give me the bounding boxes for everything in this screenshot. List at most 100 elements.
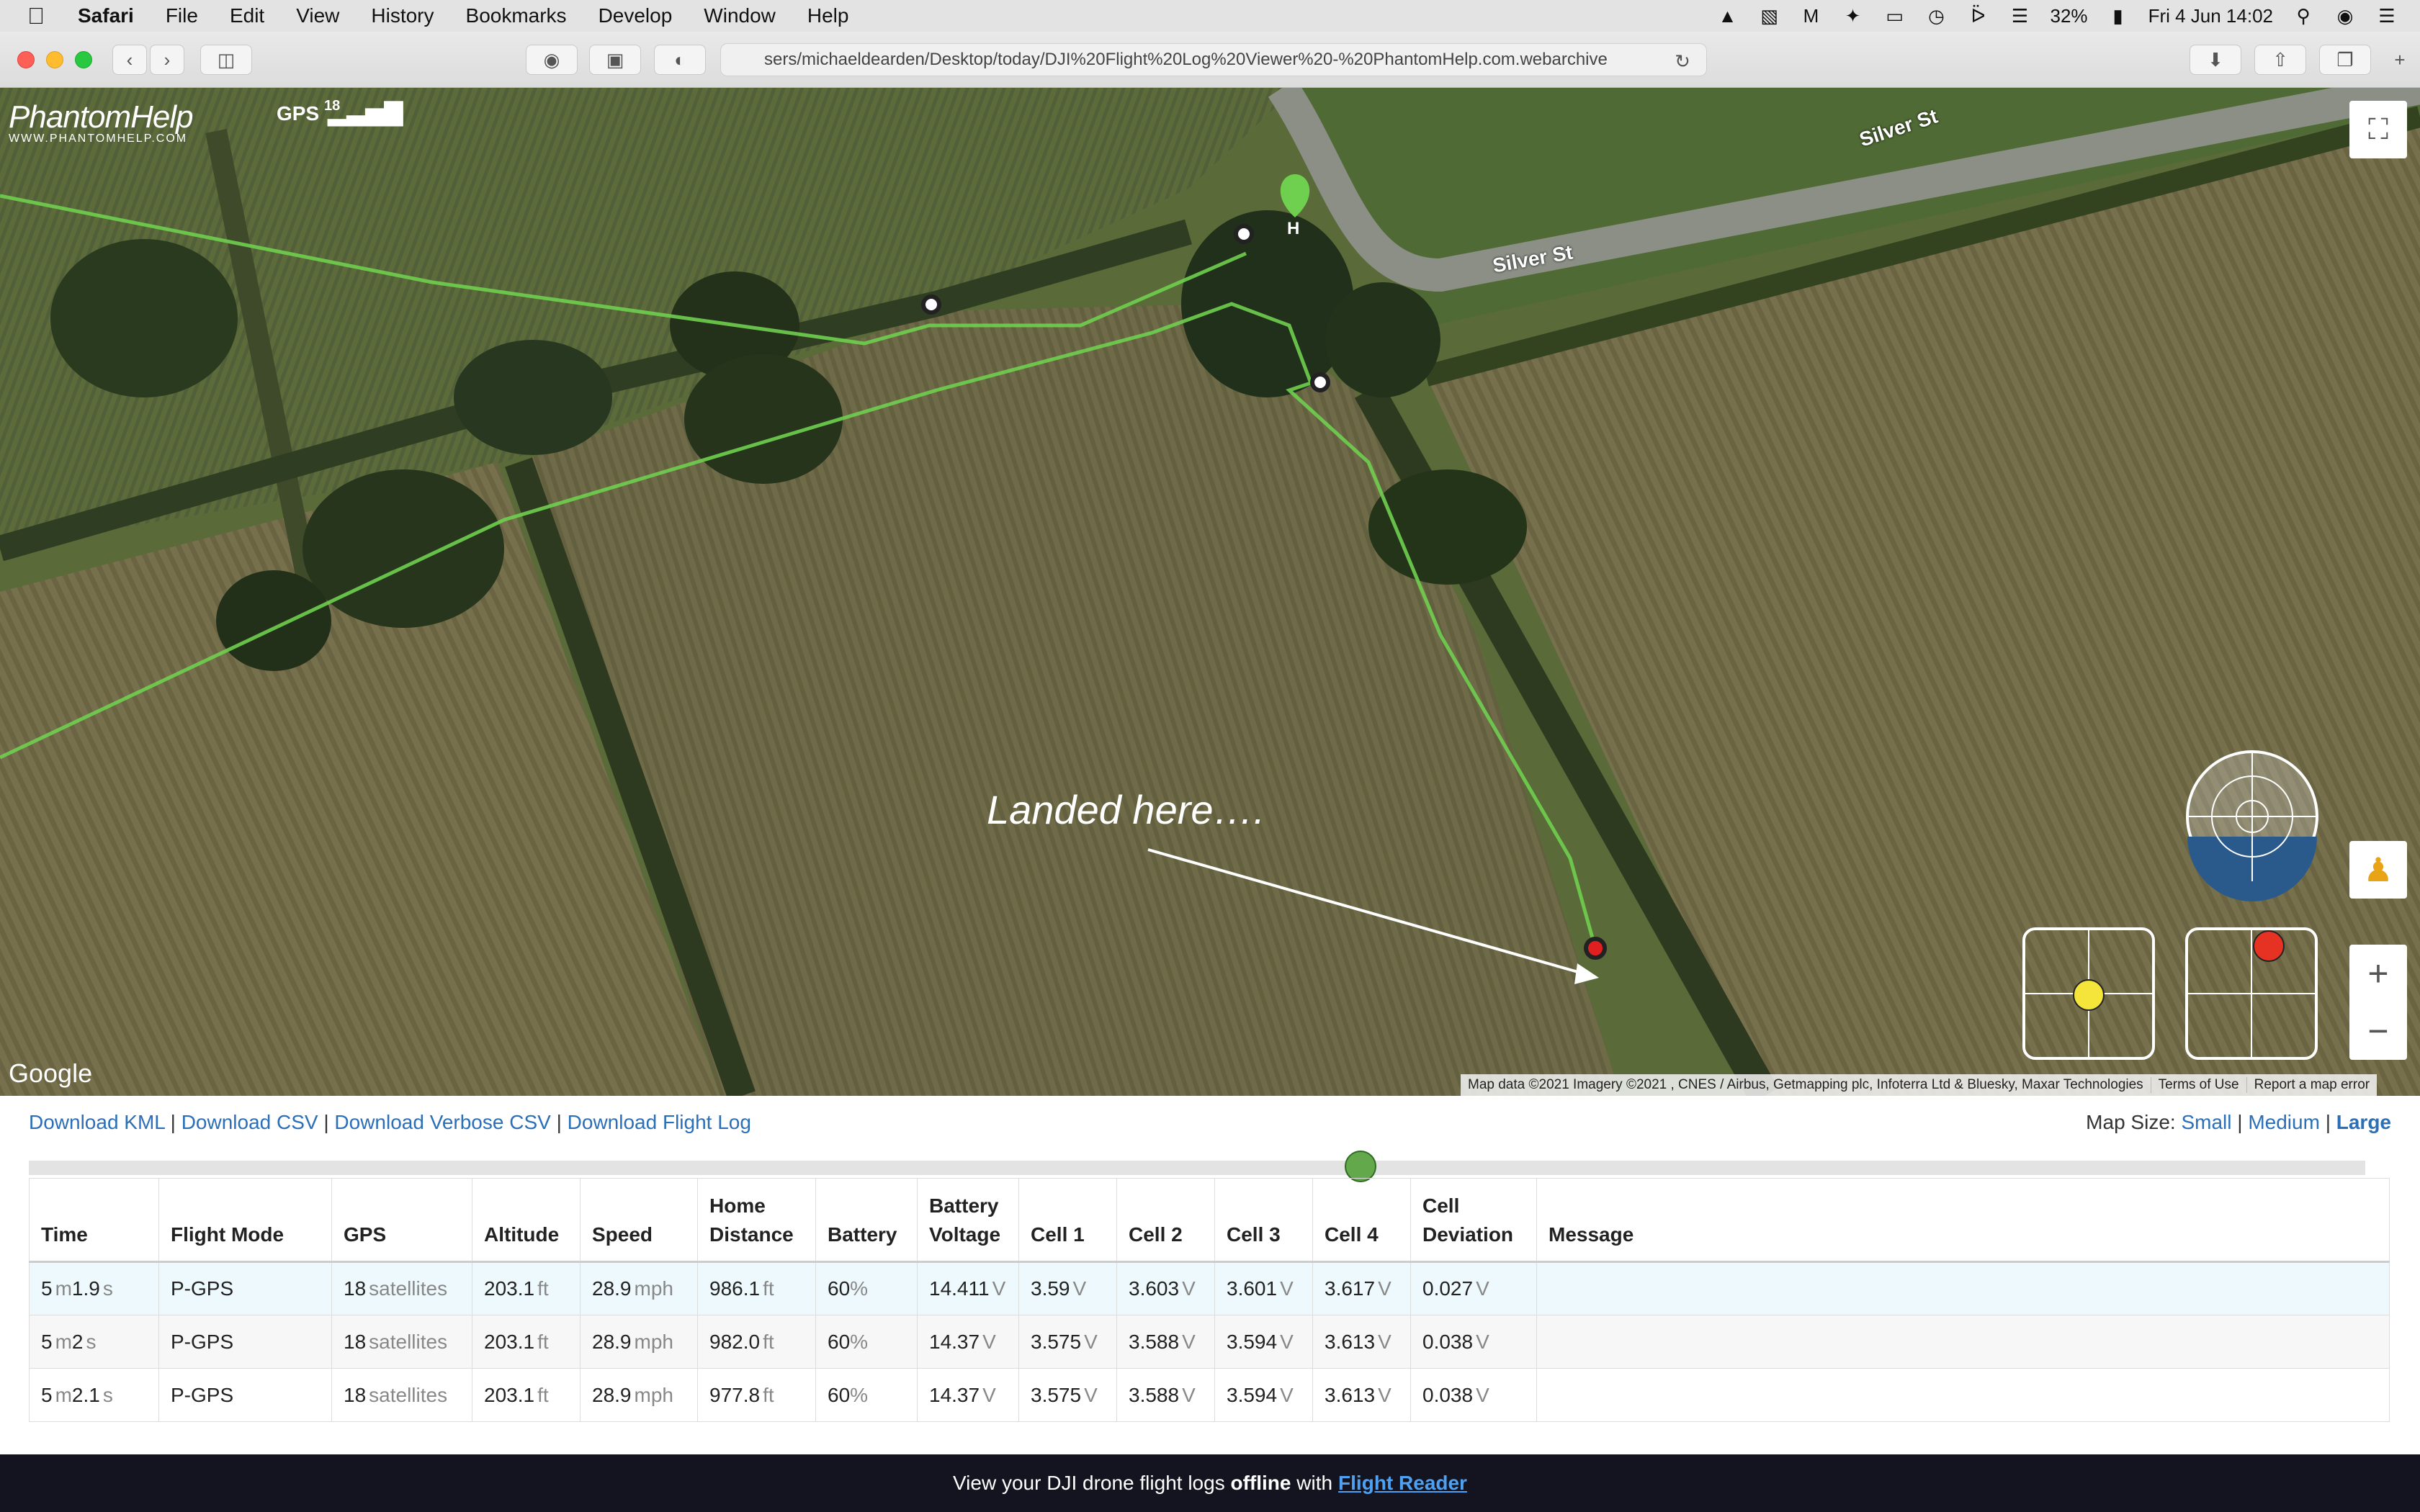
close-window-button[interactable] xyxy=(17,51,35,68)
cell-value: 3.594 xyxy=(1227,1330,1278,1353)
unit-label: ft xyxy=(537,1277,549,1300)
cell-value: 3.601 xyxy=(1227,1277,1278,1300)
download-verbose-csv-link[interactable]: Download Verbose CSV xyxy=(334,1111,550,1133)
cell-value: P-GPS xyxy=(171,1277,234,1300)
table-cell: 3.588 V xyxy=(1116,1315,1215,1369)
cell-value: 3.594 xyxy=(1227,1383,1278,1406)
table-row[interactable]: 5 m1.9 s P-GPS 18 satellites 203.1 ft 28.9 mph 986… xyxy=(29,1261,2390,1315)
cell-value: 3.59 xyxy=(1031,1277,1070,1300)
zoom-control: + − xyxy=(2349,945,2407,1060)
menu-bookmarks[interactable]: Bookmarks xyxy=(466,4,567,27)
street-view-pegman[interactable]: ♟ xyxy=(2349,841,2407,899)
map-size-small[interactable]: Small xyxy=(2181,1111,2231,1133)
sidebar-button[interactable]: ◫ xyxy=(200,45,252,75)
table-cell: 3.594 V xyxy=(1214,1368,1313,1422)
menu-help[interactable]: Help xyxy=(807,4,849,27)
terms-link[interactable]: Terms of Use xyxy=(2150,1077,2246,1093)
address-bar[interactable]: sers/michaeldearden/Desktop/today/DJI%20… xyxy=(720,43,1707,76)
report-error-link[interactable]: Report a map error xyxy=(2246,1077,2378,1093)
table-row[interactable]: 5 m2 s P-GPS 18 satellites 203.1 ft 28.9 mph 982.0… xyxy=(29,1315,2390,1369)
minimize-window-button[interactable] xyxy=(46,51,63,68)
table-cell: 203.1 ft xyxy=(472,1261,581,1315)
fullscreen-button[interactable]: ⛶ xyxy=(2349,101,2407,158)
unit-label: V xyxy=(1182,1277,1196,1300)
zoom-window-button[interactable] xyxy=(75,51,92,68)
unit-label: V xyxy=(982,1330,996,1353)
table-row[interactable]: 5 m2.1 s P-GPS 18 satellites 203.1 ft 28.9 mph 977… xyxy=(29,1368,2390,1422)
new-tab-button[interactable]: + xyxy=(2385,45,2414,75)
table-cell xyxy=(1536,1261,2390,1315)
notification-center-icon[interactable]: ☰ xyxy=(2375,6,2398,26)
zoom-in-button[interactable]: + xyxy=(2349,945,2407,1002)
col-message: Message xyxy=(1536,1178,2390,1263)
table-header-row: Time Flight Mode GPS Altitude Speed Home… xyxy=(29,1178,2390,1263)
malwarebytes-icon[interactable]: M xyxy=(1800,6,1823,26)
unit-label: V xyxy=(1378,1330,1392,1353)
map-data-text: Map data ©2021 Imagery ©2021 , CNES / Ai… xyxy=(1468,1077,2143,1092)
cell-value: 3.575 xyxy=(1031,1330,1082,1353)
download-flight-log-link[interactable]: Download Flight Log xyxy=(568,1111,751,1133)
unit-label: V xyxy=(1084,1330,1098,1353)
cell-value: 60 xyxy=(828,1383,851,1406)
plus-icon: + xyxy=(2394,48,2406,71)
time-machine-icon[interactable]: ◷ xyxy=(1925,6,1948,26)
menu-view[interactable]: View xyxy=(296,4,339,27)
vlc-icon[interactable]: ▲ xyxy=(1716,6,1739,26)
airplay-icon[interactable]: ▭ xyxy=(1883,6,1906,26)
spotlight-icon[interactable]: ⚲ xyxy=(2292,6,2315,26)
flight-reader-link[interactable]: Flight Reader xyxy=(1338,1472,1467,1495)
table-cell: 3.575 V xyxy=(1018,1315,1117,1369)
extension-button-3[interactable]: ◐ xyxy=(654,45,706,75)
siri-icon[interactable]: ◉ xyxy=(2334,6,2357,26)
chevron-left-icon: ‹ xyxy=(126,48,133,71)
table-cell: 203.1 ft xyxy=(472,1368,581,1422)
bluetooth-icon[interactable]: ᐇ xyxy=(1967,6,1990,26)
reload-button[interactable]: ↻ xyxy=(1668,48,1697,75)
cell-value: 60 xyxy=(828,1277,851,1300)
menu-app[interactable]: Safari xyxy=(78,4,134,27)
map-size-medium[interactable]: Medium xyxy=(2248,1111,2320,1133)
cell-value: 1.9 xyxy=(71,1277,100,1300)
table-cell: P-GPS xyxy=(158,1368,332,1422)
menu-edit[interactable]: Edit xyxy=(230,4,264,27)
unit-label: V xyxy=(1476,1383,1489,1406)
unit-label: mph xyxy=(634,1330,673,1353)
timeline-slider[interactable] xyxy=(29,1151,2365,1182)
back-button[interactable]: ‹ xyxy=(112,45,147,75)
battery-icon[interactable]: ▮ xyxy=(2107,6,2130,26)
downloads-button[interactable]: ⬇ xyxy=(2190,45,2241,75)
ghost-icon: ▣ xyxy=(606,48,624,71)
col-time: Time xyxy=(29,1178,159,1263)
share-button[interactable]: ⇧ xyxy=(2254,45,2306,75)
menu-develop[interactable]: Develop xyxy=(599,4,673,27)
map-attribution: Map data ©2021 Imagery ©2021 , CNES / Ai… xyxy=(1461,1074,2378,1096)
flight-map[interactable]: PhantomHelp WWW.PHANTOMHELP.COM GPS 18 ▂… xyxy=(0,88,2420,1096)
forward-button[interactable]: › xyxy=(150,45,184,75)
unit-label: m xyxy=(55,1383,72,1406)
cell-value: 5 xyxy=(41,1330,53,1353)
menu-window[interactable]: Window xyxy=(704,4,776,27)
kangaroo-icon[interactable]: ✦ xyxy=(1842,6,1865,26)
download-kml-link[interactable]: Download KML xyxy=(29,1111,165,1133)
tabs-overview-button[interactable]: ❐ xyxy=(2319,45,2371,75)
map-size-large[interactable]: Large xyxy=(2336,1111,2391,1133)
table-cell: 3.617 V xyxy=(1312,1261,1411,1315)
unit-label: V xyxy=(992,1277,1006,1300)
table-cell: 0.027 V xyxy=(1410,1261,1537,1315)
zoom-out-button[interactable]: − xyxy=(2349,1002,2407,1060)
download-csv-link[interactable]: Download CSV xyxy=(182,1111,318,1133)
extension-button-2[interactable]: ▣ xyxy=(589,45,641,75)
col-flight-mode: Flight Mode xyxy=(158,1178,332,1263)
unit-label: % xyxy=(850,1330,869,1353)
app-status-icon[interactable]: ▧ xyxy=(1758,6,1781,26)
table-cell: 18 satellites xyxy=(331,1315,472,1369)
menu-file[interactable]: File xyxy=(166,4,198,27)
reload-icon: ↻ xyxy=(1675,50,1690,72)
extension-button-1[interactable]: ◉ xyxy=(526,45,578,75)
menu-history[interactable]: History xyxy=(371,4,434,27)
wifi-icon[interactable]: ☰ xyxy=(2009,6,2032,26)
cell-value: 0.038 xyxy=(1422,1330,1474,1353)
col-cell-deviation: Cell Deviation xyxy=(1410,1178,1537,1263)
apple-icon[interactable]:  xyxy=(27,3,50,30)
clock[interactable]: Fri 4 Jun 14:02 xyxy=(2148,5,2273,27)
